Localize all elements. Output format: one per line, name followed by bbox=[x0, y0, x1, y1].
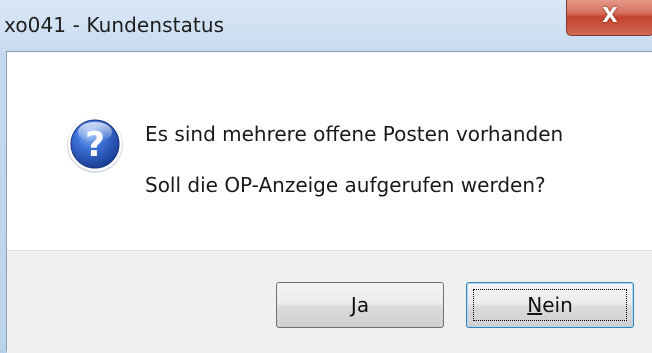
no-button-label: Nein bbox=[527, 293, 573, 317]
yes-label-rest: a bbox=[356, 293, 370, 317]
yes-button[interactable]: Ja bbox=[276, 282, 444, 328]
yes-button-label: Ja bbox=[351, 293, 369, 317]
no-button[interactable]: Nein bbox=[466, 282, 634, 328]
question-icon: ? bbox=[63, 112, 127, 176]
dialog-window: xo041 - Kundenstatus X ? Es sind mehrere… bbox=[0, 0, 652, 353]
message-line-1: Es sind mehrere offene Posten vorhanden bbox=[145, 122, 564, 146]
no-label-rest: ein bbox=[542, 293, 573, 317]
close-button[interactable]: X bbox=[566, 0, 652, 36]
dialog-content: ? Es sind mehrere offene Posten vorhande… bbox=[6, 51, 652, 353]
window-title: xo041 - Kundenstatus bbox=[4, 13, 225, 37]
close-icon: X bbox=[602, 3, 618, 27]
svg-text:?: ? bbox=[85, 125, 105, 165]
no-accelerator: N bbox=[527, 293, 543, 317]
title-bar[interactable]: xo041 - Kundenstatus X bbox=[0, 0, 652, 50]
button-bar: Ja Nein bbox=[7, 250, 652, 353]
message-line-2: Soll die OP-Anzeige aufgerufen werden? bbox=[145, 173, 546, 197]
